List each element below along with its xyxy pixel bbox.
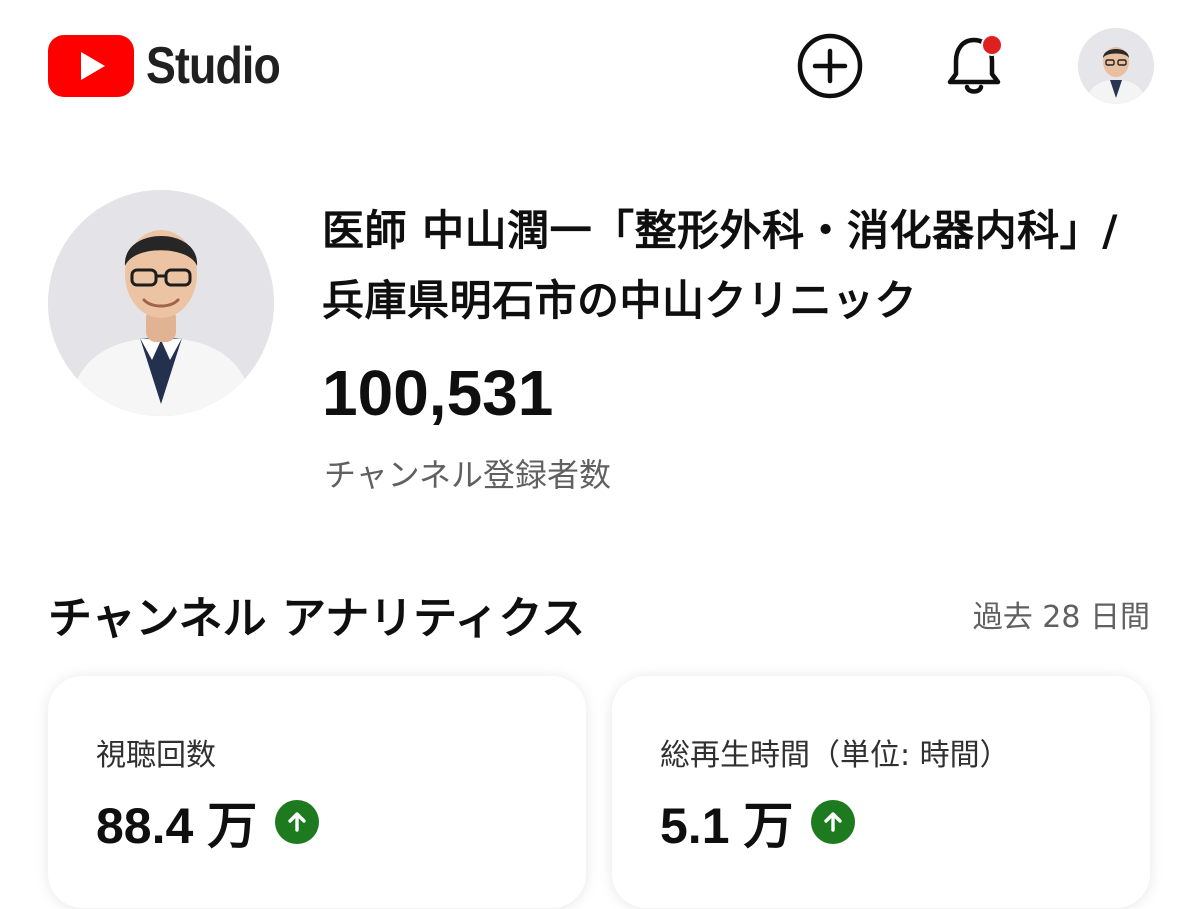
studio-logo[interactable]: Studio (48, 34, 302, 98)
views-label: 視聴回数 (96, 738, 216, 773)
notification-dot (981, 34, 1003, 56)
notifications-button[interactable] (938, 30, 1010, 102)
youtube-play-icon (48, 35, 134, 97)
arrow-up-icon (811, 800, 856, 844)
create-button[interactable] (794, 30, 866, 102)
avatar (1078, 28, 1154, 104)
views-value: 88.4 万 (96, 798, 258, 854)
subscriber-label: チャンネル登録者数 (324, 456, 612, 494)
bell-icon (947, 34, 1003, 94)
analytics-period: 過去 28 日間 (972, 600, 1150, 635)
app-header: Studio (0, 0, 1200, 140)
app-name: Studio (146, 37, 281, 95)
watch-time-value-row: 5.1 万 (660, 786, 856, 858)
views-card[interactable]: 視聴回数 88.4 万 (48, 676, 586, 908)
arrow-up-icon (275, 800, 320, 844)
account-avatar[interactable] (1078, 28, 1154, 104)
channel-avatar-image (48, 190, 274, 416)
studio-page: Studio 医師 中山潤一「整形外科・消化器内科」/ 兵庫県明石市の中山クリニ… (0, 0, 1200, 909)
views-value-row: 88.4 万 (96, 786, 320, 858)
watch-time-card[interactable]: 総再生時間（単位: 時間） 5.1 万 (612, 676, 1150, 908)
analytics-title: チャンネル アナリティクス (48, 593, 586, 644)
channel-avatar (48, 190, 274, 416)
subscriber-count: 100,531 (322, 357, 554, 429)
plus-circle-icon (797, 33, 863, 99)
watch-time-label: 総再生時間（単位: 時間） (660, 738, 1010, 773)
watch-time-value: 5.1 万 (660, 798, 794, 854)
channel-name: 医師 中山潤一「整形外科・消化器内科」/ 兵庫県明石市の中山クリニック (322, 206, 1118, 325)
